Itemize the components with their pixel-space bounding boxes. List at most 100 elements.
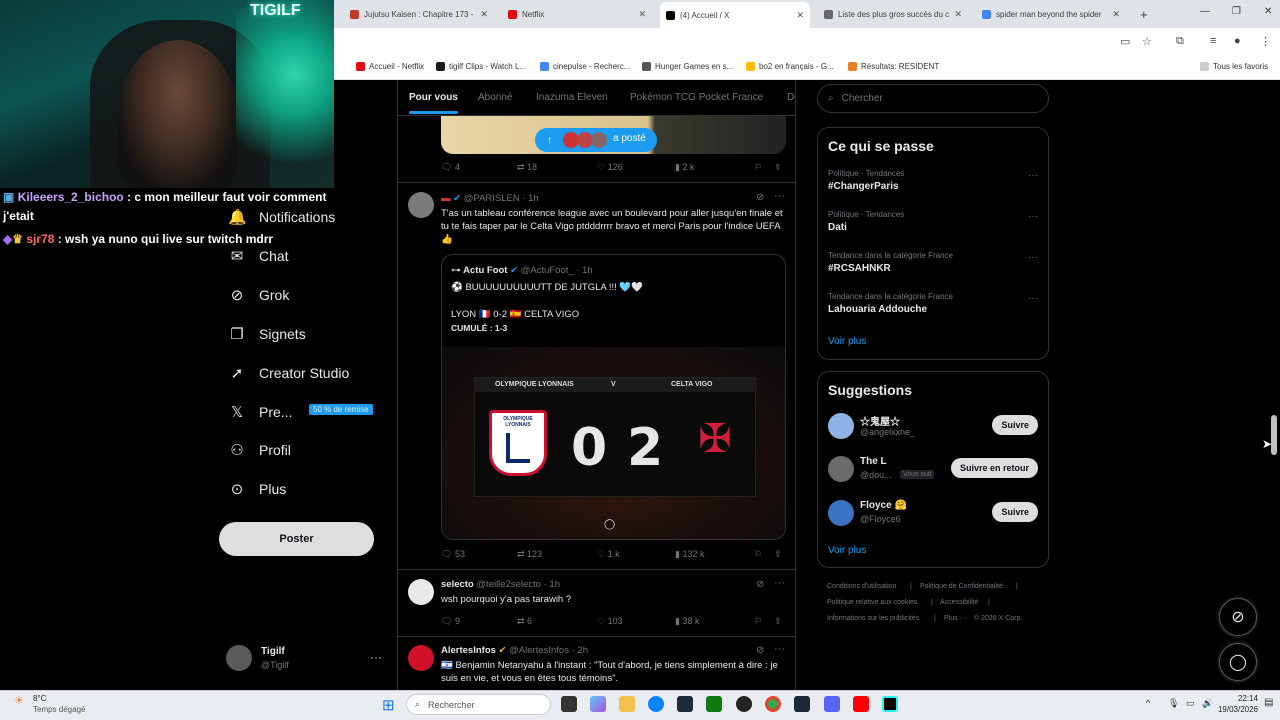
- share-icon[interactable]: ⇪: [774, 162, 782, 173]
- like-button[interactable]: ♡ 1 k: [597, 549, 620, 560]
- volume-icon[interactable]: 🔊: [1202, 698, 1213, 709]
- tab-more[interactable]: Dé: [787, 92, 795, 103]
- tab-for-you[interactable]: Pour vous: [409, 92, 458, 114]
- tweet-handle[interactable]: @AlertesInfos: [509, 645, 569, 656]
- nav-profile[interactable]: ⚇ Profil: [228, 441, 291, 459]
- nav-creator-studio[interactable]: ➚ Creator Studio: [228, 364, 350, 382]
- close-icon[interactable]: ✕: [638, 9, 646, 20]
- views-button[interactable]: ▮ 2 k: [675, 162, 694, 173]
- avatar[interactable]: [408, 579, 434, 605]
- trend-name[interactable]: #ChangerParis: [828, 181, 899, 192]
- clock-time[interactable]: 22:14: [1228, 694, 1258, 703]
- bookmark-icon[interactable]: ⚐: [754, 162, 762, 173]
- avatar[interactable]: [226, 645, 252, 671]
- trend-name[interactable]: Lahouaria Addouche: [828, 304, 927, 315]
- more-icon[interactable]: ···: [774, 190, 785, 202]
- share-icon[interactable]: ⇪: [774, 549, 782, 560]
- browser-tab[interactable]: Liste des plus gros succès du c ✕: [818, 4, 968, 24]
- scrollbar[interactable]: [1268, 80, 1280, 690]
- follow-back-button[interactable]: Suivre en retour: [950, 458, 1038, 478]
- trend-name[interactable]: #RCSAHNKR: [828, 263, 891, 274]
- bookmark-icon[interactable]: ⚐: [754, 549, 762, 560]
- task-view-icon[interactable]: [561, 696, 577, 712]
- tab-inazuma[interactable]: Inazuma Eleven: [536, 92, 608, 103]
- profile-icon[interactable]: ●: [1234, 35, 1241, 47]
- more-icon[interactable]: ···: [1028, 252, 1038, 263]
- file-explorer-icon[interactable]: [619, 696, 635, 712]
- nav-premium[interactable]: 𝕏 Pre...: [228, 403, 293, 421]
- tweet-handle[interactable]: @PARISLEN: [464, 193, 520, 204]
- footer-ads-link[interactable]: Informations sur les publicités: [827, 615, 919, 622]
- reply-button[interactable]: 🗨 53: [441, 549, 465, 560]
- bookmark-item[interactable]: Accueil - Netflix: [356, 62, 424, 71]
- discord-icon[interactable]: [824, 696, 840, 712]
- extensions-icon[interactable]: ⧉: [1176, 35, 1184, 48]
- windows-start-icon[interactable]: ⊞: [382, 696, 395, 714]
- browser-tab[interactable]: spider man beyond the spider ✕: [976, 4, 1126, 24]
- more-icon[interactable]: ···: [774, 643, 785, 655]
- close-icon[interactable]: ✕: [796, 10, 804, 21]
- footer-cookies-link[interactable]: Politique relative aux cookies: [827, 599, 917, 606]
- nav-notifications[interactable]: 🔔 Notifications: [228, 208, 335, 226]
- avatar[interactable]: [828, 413, 854, 439]
- tab-pokemon[interactable]: Pokémon TCG Pocket France: [630, 92, 763, 103]
- like-button[interactable]: ♡ 126: [597, 162, 623, 173]
- grok-icon[interactable]: ⊘: [756, 645, 764, 656]
- weather-icon[interactable]: ☀: [14, 694, 24, 707]
- nav-grok[interactable]: ⊘ Grok: [228, 286, 290, 304]
- repost-button[interactable]: ⇄ 18: [517, 162, 537, 173]
- browser-tab[interactable]: Jujutsu Kaisen : Chapitre 173 - ✕: [344, 4, 494, 24]
- cast-icon[interactable]: ▭: [1120, 35, 1130, 48]
- more-icon[interactable]: ···: [774, 577, 785, 589]
- close-icon[interactable]: ✕: [480, 9, 488, 20]
- chrome-icon[interactable]: [765, 696, 781, 712]
- footer-accessibility-link[interactable]: Accessibilité: [940, 599, 979, 606]
- tiktok-icon[interactable]: [882, 696, 898, 712]
- post-button[interactable]: Poster: [219, 522, 374, 556]
- tab-following[interactable]: Abonné: [478, 92, 512, 103]
- footer-more-link[interactable]: Plus ···: [944, 615, 967, 622]
- see-more-suggestions-link[interactable]: Voir plus: [828, 545, 866, 556]
- search-input[interactable]: ⌕ Chercher: [817, 84, 1049, 113]
- tray-expand-icon[interactable]: ^: [1146, 698, 1150, 708]
- minimize-icon[interactable]: —: [1200, 6, 1210, 17]
- notification-center-icon[interactable]: ▤: [1264, 697, 1273, 708]
- bookmark-item[interactable]: Hunger Games en s...: [642, 62, 733, 71]
- more-icon[interactable]: ···: [1028, 170, 1038, 181]
- tweet-handle[interactable]: @teille2selecto: [476, 579, 541, 590]
- network-icon[interactable]: ▭: [1186, 698, 1195, 709]
- see-more-trends-link[interactable]: Voir plus: [828, 336, 866, 347]
- grok-fab-icon[interactable]: ⊘: [1219, 598, 1257, 636]
- store-icon[interactable]: [677, 696, 693, 712]
- close-window-icon[interactable]: ✕: [1264, 6, 1272, 17]
- share-icon[interactable]: ⇪: [774, 616, 782, 627]
- more-icon[interactable]: ···: [1028, 293, 1038, 304]
- quoted-tweet[interactable]: ⊶ Actu Foot ✔ @ActuFoot_ · 1h ⚽ BUUUUUUU…: [441, 254, 786, 540]
- grok-icon[interactable]: ⊘: [756, 579, 764, 590]
- reply-button[interactable]: 🗨 4: [441, 162, 460, 173]
- restore-icon[interactable]: ❐: [1232, 6, 1241, 17]
- avatar[interactable]: [828, 500, 854, 526]
- suggestion-name[interactable]: ☆鬼屋☆: [860, 413, 900, 428]
- tweet-name[interactable]: selecto: [441, 579, 474, 590]
- account-menu-icon[interactable]: ···: [370, 650, 382, 664]
- bookmark-item[interactable]: bo2 en français - G...: [746, 62, 834, 71]
- suggestion-name[interactable]: The L: [860, 456, 887, 467]
- scoreboard-image[interactable]: OLYMPIQUE LYONNAIS V CELTA VIGO OLYMPIQU…: [442, 347, 785, 539]
- all-bookmarks[interactable]: Tous les favoris: [1200, 62, 1268, 71]
- star-icon[interactable]: ☆: [1142, 35, 1152, 48]
- steam-icon[interactable]: [794, 696, 810, 712]
- new-tab-button[interactable]: +: [1134, 4, 1154, 24]
- reply-button[interactable]: 🗨 9: [441, 616, 460, 627]
- repost-button[interactable]: ⇄ 123: [517, 549, 542, 560]
- new-posts-pill[interactable]: ↑ a posté: [535, 128, 657, 152]
- nav-chat[interactable]: ✉ Chat: [228, 247, 289, 265]
- grok-icon[interactable]: ⊘: [756, 192, 764, 203]
- avatar[interactable]: [408, 192, 434, 218]
- tweet-time[interactable]: · 1h: [522, 193, 538, 204]
- views-button[interactable]: ▮ 132 k: [675, 549, 704, 560]
- repost-button[interactable]: ⇄ 6: [517, 616, 532, 627]
- clock-date[interactable]: 19/03/2026: [1213, 705, 1258, 714]
- browser-tab-active[interactable]: (4) Accueil / X ✕: [660, 2, 810, 28]
- menu-icon[interactable]: ⋮: [1260, 35, 1271, 48]
